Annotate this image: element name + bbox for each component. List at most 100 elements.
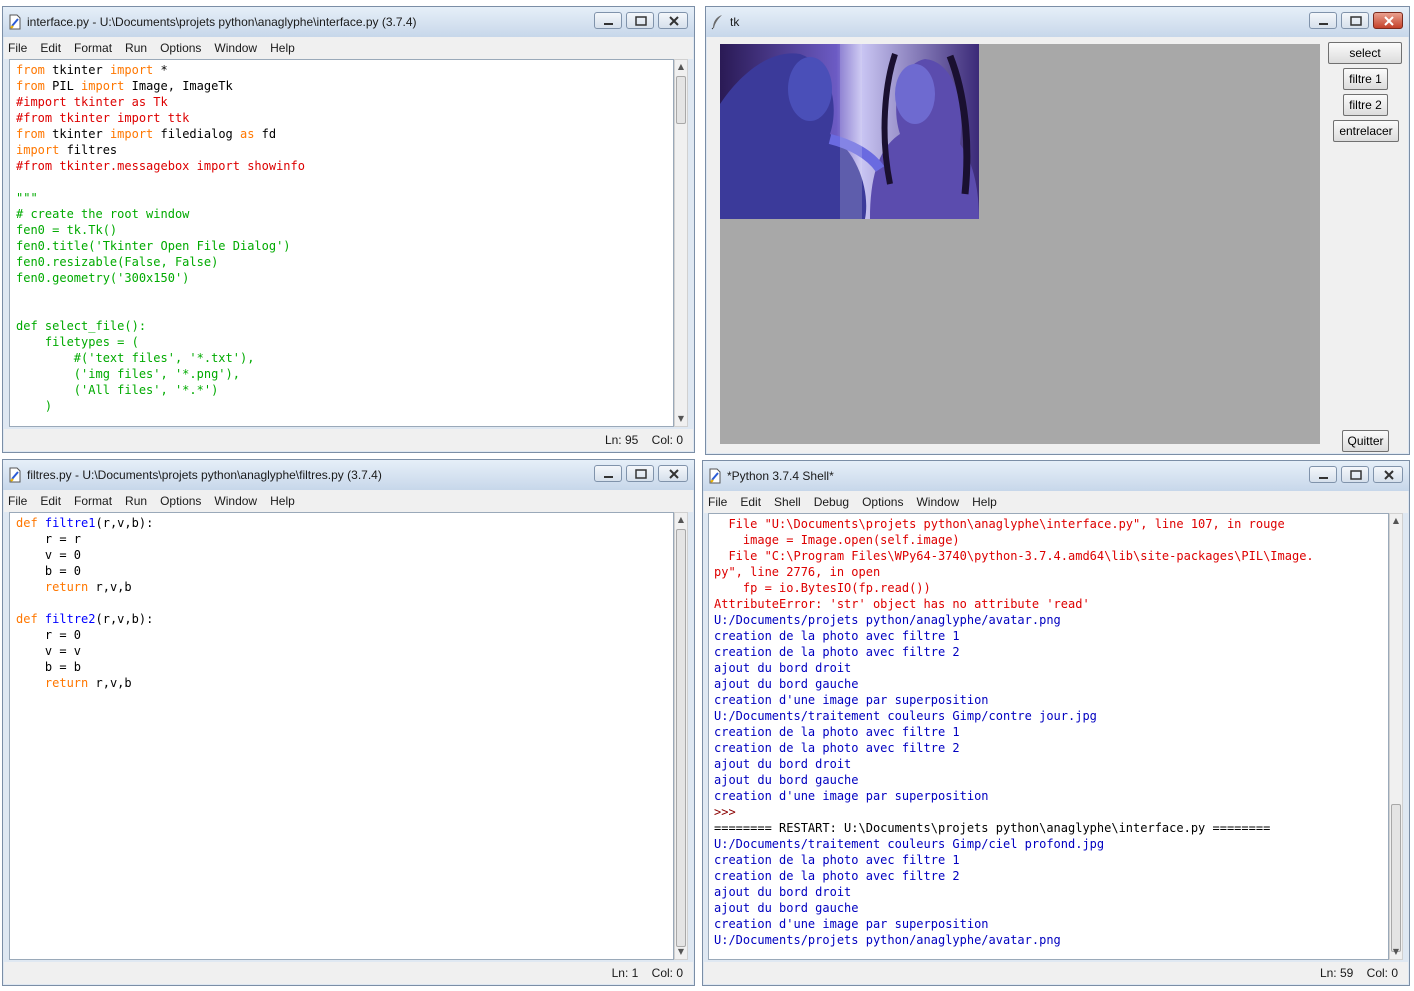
minimize-button[interactable] bbox=[594, 465, 622, 482]
shell-line: creation d'une image par superposition bbox=[714, 916, 1388, 932]
title-bar[interactable]: filtres.py - U:\Documents\projets python… bbox=[3, 460, 694, 490]
maximize-button[interactable] bbox=[1341, 12, 1369, 29]
minimize-button[interactable] bbox=[1309, 466, 1337, 483]
code-token: """ bbox=[16, 191, 38, 205]
scroll-up-arrow-icon[interactable]: ▲ bbox=[1390, 514, 1402, 528]
maximize-button[interactable] bbox=[1341, 466, 1369, 483]
shell-line-text: creation de la photo avec filtre 1 bbox=[714, 629, 960, 643]
code-token: def bbox=[16, 516, 38, 530]
shell-text[interactable]: File "U:\Documents\projets python\anagly… bbox=[709, 514, 1388, 948]
filtre2-button[interactable]: filtre 2 bbox=[1343, 94, 1388, 116]
menu-file[interactable]: File bbox=[8, 41, 27, 55]
code-token: r = r bbox=[16, 532, 82, 546]
shell-line-text: File "U:\Documents\projets python\anagly… bbox=[714, 517, 1285, 531]
code-line: """ bbox=[16, 190, 673, 206]
tk-feather-icon bbox=[711, 15, 722, 30]
shell-line: U:/Documents/projets python/anaglyphe/av… bbox=[714, 612, 1388, 628]
scroll-thumb[interactable] bbox=[676, 76, 686, 124]
vertical-scrollbar[interactable]: ▲ ▼ bbox=[674, 59, 688, 427]
code-token: tkinter bbox=[44, 63, 110, 77]
code-token: from bbox=[16, 63, 45, 77]
menu-window[interactable]: Window bbox=[916, 495, 959, 509]
window-title: *Python 3.7.4 Shell* bbox=[727, 469, 834, 483]
code-line: #from tkinter import ttk bbox=[16, 110, 673, 126]
code-token: #('text files', '*.txt'), bbox=[16, 351, 255, 365]
select-image-button[interactable]: select image bbox=[1328, 42, 1402, 80]
menu-help[interactable]: Help bbox=[972, 495, 997, 509]
close-button[interactable] bbox=[1373, 12, 1403, 29]
title-bar[interactable]: interface.py - U:\Documents\projets pyth… bbox=[3, 7, 694, 37]
minimize-button[interactable] bbox=[1309, 12, 1337, 29]
vertical-scrollbar[interactable]: ▲ ▼ bbox=[1389, 513, 1403, 960]
code-text[interactable]: def filtre1(r,v,b): r = r v = 0 b = 0 re… bbox=[10, 513, 673, 691]
scroll-down-arrow-icon[interactable]: ▼ bbox=[675, 945, 687, 959]
menu-edit[interactable]: Edit bbox=[40, 494, 61, 508]
maximize-button[interactable] bbox=[626, 12, 654, 29]
code-line: from tkinter import filedialog as fd bbox=[16, 126, 673, 142]
code-line: fen0 = tk.Tk() bbox=[16, 222, 673, 238]
close-button[interactable] bbox=[658, 12, 688, 29]
title-bar[interactable]: tk bbox=[706, 7, 1409, 37]
menu-options[interactable]: Options bbox=[862, 495, 903, 509]
shell-line-text: U:/Documents/projets python/anaglyphe/av… bbox=[714, 613, 1061, 627]
code-token: # create the root window bbox=[16, 207, 190, 221]
shell-line: U:/Documents/traitement couleurs Gimp/ci… bbox=[714, 836, 1388, 852]
filtre1-button[interactable]: filtre 1 bbox=[1343, 68, 1388, 90]
code-line: #('text files', '*.txt'), bbox=[16, 350, 673, 366]
menu-bar: File Edit Format Run Options Window Help bbox=[4, 37, 693, 59]
menu-debug[interactable]: Debug bbox=[814, 495, 849, 509]
menu-options[interactable]: Options bbox=[160, 41, 201, 55]
scroll-thumb[interactable] bbox=[1391, 804, 1401, 952]
image-canvas[interactable] bbox=[720, 44, 1320, 444]
code-token: b = 0 bbox=[16, 564, 82, 578]
code-editor[interactable]: from tkinter import * from PIL import Ima… bbox=[9, 59, 674, 427]
shell-line: creation de la photo avec filtre 1 bbox=[714, 852, 1388, 868]
menu-shell[interactable]: Shell bbox=[774, 495, 801, 509]
entrelacer-button[interactable]: entrelacer bbox=[1333, 120, 1399, 142]
menu-file[interactable]: File bbox=[8, 494, 27, 508]
quit-button[interactable]: Quitter bbox=[1342, 430, 1389, 452]
menu-options[interactable]: Options bbox=[160, 494, 201, 508]
menu-file[interactable]: File bbox=[708, 495, 727, 509]
code-line: filetypes = ( bbox=[16, 334, 673, 350]
shell-line-text: >>> bbox=[714, 805, 743, 819]
menu-window[interactable]: Window bbox=[214, 494, 257, 508]
minimize-button[interactable] bbox=[594, 12, 622, 29]
vertical-scrollbar[interactable]: ▲ ▼ bbox=[674, 512, 688, 960]
shell-line-text: py", line 2776, in open bbox=[714, 565, 881, 579]
maximize-button[interactable] bbox=[626, 465, 654, 482]
menu-run[interactable]: Run bbox=[125, 41, 147, 55]
menu-format[interactable]: Format bbox=[74, 494, 112, 508]
menu-help[interactable]: Help bbox=[270, 494, 295, 508]
scroll-down-arrow-icon[interactable]: ▼ bbox=[675, 412, 687, 426]
menu-window[interactable]: Window bbox=[214, 41, 257, 55]
menu-format[interactable]: Format bbox=[74, 41, 112, 55]
shell-output[interactable]: File "U:\Documents\projets python\anagly… bbox=[708, 513, 1389, 960]
code-editor[interactable]: def filtre1(r,v,b): r = r v = 0 b = 0 re… bbox=[9, 512, 674, 960]
close-button[interactable] bbox=[658, 465, 688, 482]
code-token: ) bbox=[16, 399, 53, 413]
shell-line: creation de la photo avec filtre 1 bbox=[714, 628, 1388, 644]
shell-line-text: image = Image.open(self.image) bbox=[714, 533, 960, 547]
window-title: tk bbox=[730, 15, 740, 29]
filtres-editor-window: filtres.py - U:\Documents\projets python… bbox=[2, 459, 695, 986]
menu-help[interactable]: Help bbox=[270, 41, 295, 55]
shell-line: U:/Documents/projets python/anaglyphe/av… bbox=[714, 932, 1388, 948]
scroll-thumb[interactable] bbox=[676, 529, 686, 947]
code-token: fen0.resizable(False, False) bbox=[16, 255, 219, 269]
scroll-up-arrow-icon[interactable]: ▲ bbox=[675, 513, 687, 527]
title-bar[interactable]: *Python 3.7.4 Shell* bbox=[703, 461, 1409, 491]
idle-file-icon bbox=[709, 468, 721, 484]
scroll-down-arrow-icon[interactable]: ▼ bbox=[1390, 945, 1402, 959]
code-text[interactable]: from tkinter import * from PIL import Ima… bbox=[10, 60, 673, 414]
shell-line-text: File "C:\Program Files\WPy64-3740\python… bbox=[714, 549, 1314, 563]
shell-line: >>> bbox=[714, 804, 1388, 820]
scroll-up-arrow-icon[interactable]: ▲ bbox=[675, 60, 687, 74]
menu-edit[interactable]: Edit bbox=[740, 495, 761, 509]
menu-run[interactable]: Run bbox=[125, 494, 147, 508]
close-button[interactable] bbox=[1373, 466, 1403, 483]
menu-edit[interactable]: Edit bbox=[40, 41, 61, 55]
